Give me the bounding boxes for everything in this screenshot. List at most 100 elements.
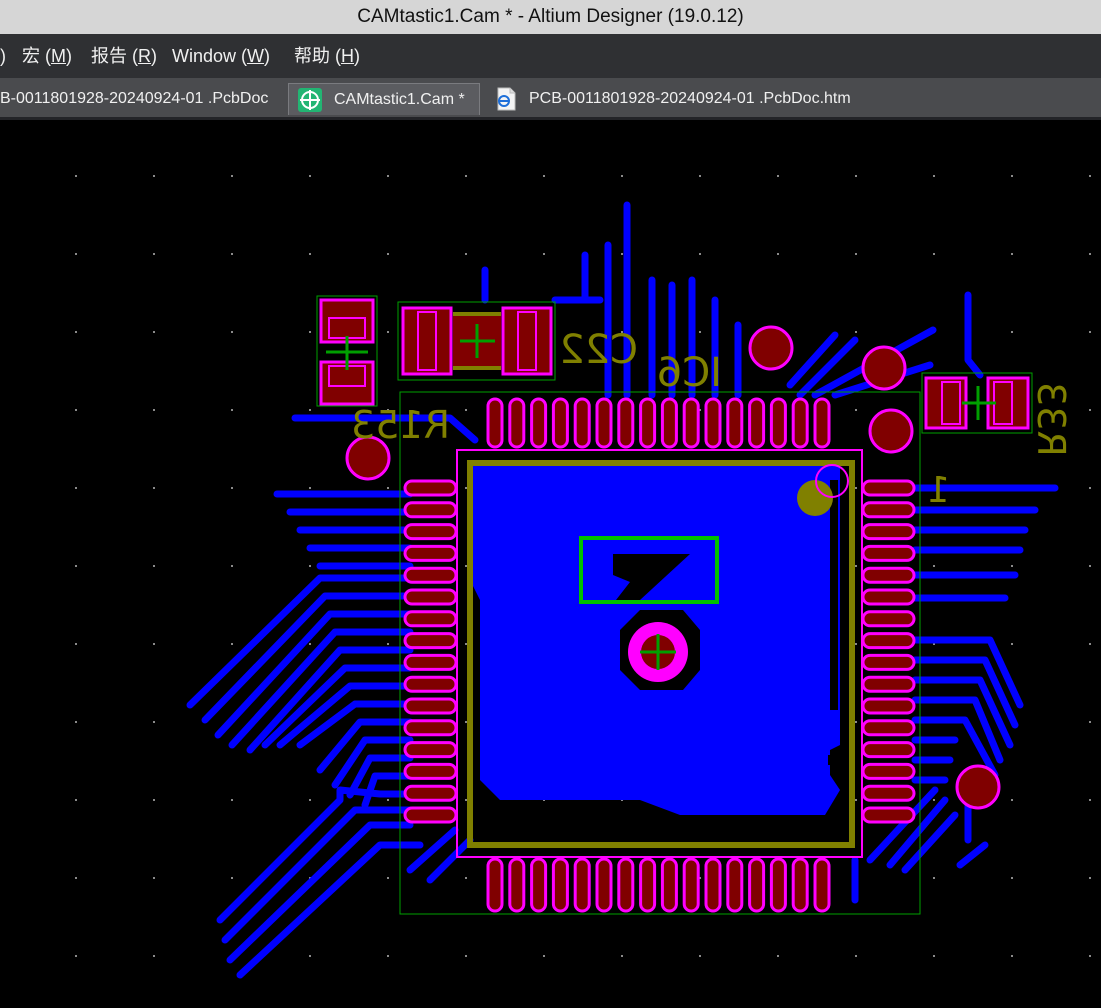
ic-pad [403, 610, 458, 628]
grid-dot [1089, 877, 1091, 879]
ic-pad [861, 566, 916, 584]
grid-dot [309, 643, 311, 645]
grid-dot [309, 799, 311, 801]
tab-pcbdoc-htm[interactable]: PCB-0011801928-20240924-01 .PcbDoc.htm [488, 83, 888, 115]
grid-dot [855, 253, 857, 255]
ic-pad [861, 479, 916, 497]
ic-pad [403, 697, 458, 715]
grid-dot [231, 799, 233, 801]
ic-pad [861, 719, 916, 737]
grid-dot [1089, 487, 1091, 489]
grid-dot [465, 799, 467, 801]
ic-pad [861, 741, 916, 759]
ic-pad [595, 397, 613, 449]
ic-pad [595, 857, 613, 913]
grid-dot [153, 721, 155, 723]
ic-pad [486, 397, 504, 449]
ic-pad [403, 806, 458, 824]
tab-label: PCB-0011801928-20240924-01 .PcbDoc.htm [529, 90, 851, 107]
menu-item-help[interactable]: 帮助 (H) [294, 44, 360, 68]
grid-dot [855, 409, 857, 411]
grid-dot [231, 487, 233, 489]
menu-bar: ) 宏 (M) 报告 (R) Window (W) 帮助 (H) [0, 34, 1101, 78]
grid-dot [309, 409, 311, 411]
grid-dot [75, 253, 77, 255]
ic-pad [403, 675, 458, 693]
ic-pad [403, 544, 458, 562]
ic-pad [704, 397, 722, 449]
grid-dot [1089, 409, 1091, 411]
grid-dot [309, 331, 311, 333]
ic-pad [748, 857, 766, 913]
ic-pad [508, 857, 526, 913]
ic-pad [617, 857, 635, 913]
ic-pad [639, 857, 657, 913]
grid-dot [699, 253, 701, 255]
grid-dot [933, 175, 935, 177]
tab-camtastic[interactable]: CAMtastic1.Cam * [288, 83, 480, 115]
ic-pad [861, 588, 916, 606]
menu-item-reports[interactable]: 报告 (R) [91, 44, 157, 68]
ic-pad [403, 632, 458, 650]
grid-dot [465, 565, 467, 567]
grid-dot [309, 565, 311, 567]
grid-dot [1089, 175, 1091, 177]
grid-dot [75, 331, 77, 333]
grid-dot [1011, 253, 1013, 255]
grid-dot [933, 799, 935, 801]
ic-pad [403, 762, 458, 780]
grid-dot [777, 175, 779, 177]
grid-dot [75, 409, 77, 411]
ic-pad [403, 653, 458, 671]
grid-dot [231, 565, 233, 567]
html-document-icon [497, 87, 516, 111]
grid-dot [465, 721, 467, 723]
grid-dot [465, 643, 467, 645]
window-title: CAMtastic1.Cam * - Altium Designer (19.0… [0, 0, 1101, 34]
pcb-view[interactable]: C22 IC6 R153 R33 1 [0, 120, 1101, 1003]
grid-dot [75, 565, 77, 567]
pin1-marker [797, 480, 833, 516]
ic-pad [769, 857, 787, 913]
ic-pad [861, 784, 916, 802]
ic-pad [861, 697, 916, 715]
menu-item-window[interactable]: Window (W) [172, 44, 270, 68]
grid-dot [933, 253, 935, 255]
grid-dot [465, 409, 467, 411]
grid-dot [855, 331, 857, 333]
menu-item-macro[interactable]: 宏 (M) [22, 44, 72, 68]
grid-dot [699, 955, 701, 957]
ic-pad [660, 857, 678, 913]
grid-dot [387, 253, 389, 255]
grid-dot [777, 955, 779, 957]
grid-dot [855, 643, 857, 645]
grid-dot [153, 175, 155, 177]
grid-dot [1011, 565, 1013, 567]
ic-pad [791, 397, 809, 449]
ic-pad [403, 741, 458, 759]
menu-item-partial[interactable]: ) [0, 44, 6, 68]
pin1-label: 1 [927, 470, 950, 511]
grid-dot [699, 331, 701, 333]
grid-dot [231, 253, 233, 255]
grid-dot [153, 643, 155, 645]
tab-pcbdoc[interactable]: B-0011801928-20240924-01 .PcbDoc [0, 83, 284, 115]
grid-dot [75, 643, 77, 645]
grid-dot [933, 955, 935, 957]
grid-dot [387, 331, 389, 333]
grid-dot [231, 175, 233, 177]
grid-dot [1089, 565, 1091, 567]
grid-dot [855, 565, 857, 567]
ic-pad [748, 397, 766, 449]
grid-dot [1011, 799, 1013, 801]
grid-dot [387, 955, 389, 957]
tab-label: CAMtastic1.Cam * [334, 91, 465, 108]
grid-dot [153, 487, 155, 489]
r153-designator: R153 [351, 403, 450, 447]
pcb-canvas[interactable]: C22 IC6 R153 R33 1 [0, 120, 1101, 1003]
grid-dot [153, 877, 155, 879]
grid-dot [543, 253, 545, 255]
ic-pad [682, 397, 700, 449]
grid-dot [387, 175, 389, 177]
ic-pad [639, 397, 657, 449]
